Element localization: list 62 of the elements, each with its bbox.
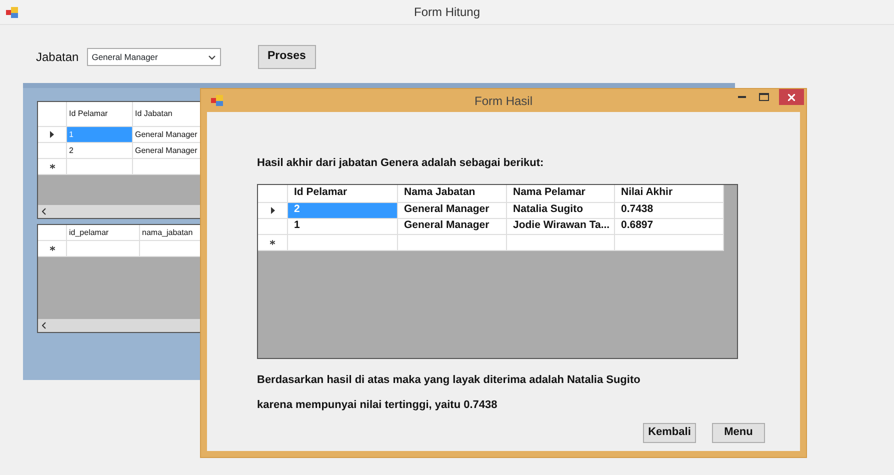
column-header[interactable]: Id Pelamar [288,184,398,202]
table-cell: 0.7438 [615,202,724,218]
column-header[interactable]: Nama Pelamar [507,184,615,202]
reason-text: karena mempunyai nilai tertinggi, yaitu 0.7438 [257,398,498,413]
column-header[interactable]: Nama Jabatan [398,184,507,202]
close-icon [788,94,795,100]
row-header-cell[interactable] [38,241,67,257]
jabatan-label: Jabatan [36,49,79,66]
column-header[interactable]: Id Jabatan [133,102,200,127]
app-icon [211,95,223,106]
dropdown-caret-icon [208,54,216,60]
table-cell[interactable] [288,234,398,250]
row-header-cell[interactable] [258,202,288,218]
scroll-left-icon [42,322,46,329]
row-header-cell[interactable] [258,218,288,234]
row-header-cell[interactable] [38,143,67,159]
intro-text: Hasil akhir dari jabatan Genera adalah sebagai berikut: [257,156,545,171]
header-corner-cell [38,102,67,127]
table-cell[interactable] [140,241,200,257]
table-cell[interactable] [67,241,140,257]
table-cell: 1 [288,218,398,234]
table-cell: Jodie Wirawan Ta... [507,218,615,234]
conclusion-text: Berdasarkan hasil di atas maka yang layak diterima adalah Natalia Sugito [257,372,642,388]
table-cell[interactable] [398,234,507,250]
minimize-icon [738,96,746,98]
app-icon [6,7,18,18]
table-cell[interactable] [615,234,724,250]
dialog-button[interactable]: Kembali [643,422,696,442]
column-header[interactable]: Nilai Akhir [615,184,724,202]
column-header[interactable]: nama_jabatan [140,225,200,241]
table-cell: General Manager [133,127,200,143]
table-cell: 2 [288,202,398,218]
header-corner-cell [38,225,67,241]
horizontal-scrollbar[interactable] [38,205,200,218]
table-cell: General Manager [398,202,507,218]
row-header-cell[interactable] [38,127,67,143]
window-title: Form Hitung [414,4,480,20]
table-cell[interactable] [133,159,200,175]
table-cell: 0.6897 [615,218,724,234]
current-row-icon [50,131,54,138]
maximize-icon [759,93,769,101]
proses-button[interactable]: Proses [258,45,316,69]
table-cell: General Manager [133,143,200,159]
column-header[interactable]: id_pelamar [67,225,140,241]
jabatan-dropdown[interactable]: General Manager [86,48,221,66]
dialog-button[interactable]: Menu [712,422,765,442]
table-cell: General Manager [398,218,507,234]
horizontal-scrollbar[interactable] [38,319,200,332]
table-cell[interactable] [67,159,133,175]
dialog-title: Form Hasil [474,92,532,110]
row-header-cell[interactable] [258,234,288,250]
header-corner-cell [258,184,288,202]
scroll-left-icon [42,208,46,215]
table-cell: 1 [67,127,133,143]
table-cell: 2 [67,143,133,159]
row-header-cell[interactable] [38,159,67,175]
table-cell: Natalia Sugito [507,202,615,218]
table-cell[interactable] [507,234,615,250]
close-button[interactable] [779,89,804,105]
current-row-icon [270,206,274,214]
dropdown-value: General Manager [92,50,158,64]
column-header[interactable]: Id Pelamar [67,102,133,127]
